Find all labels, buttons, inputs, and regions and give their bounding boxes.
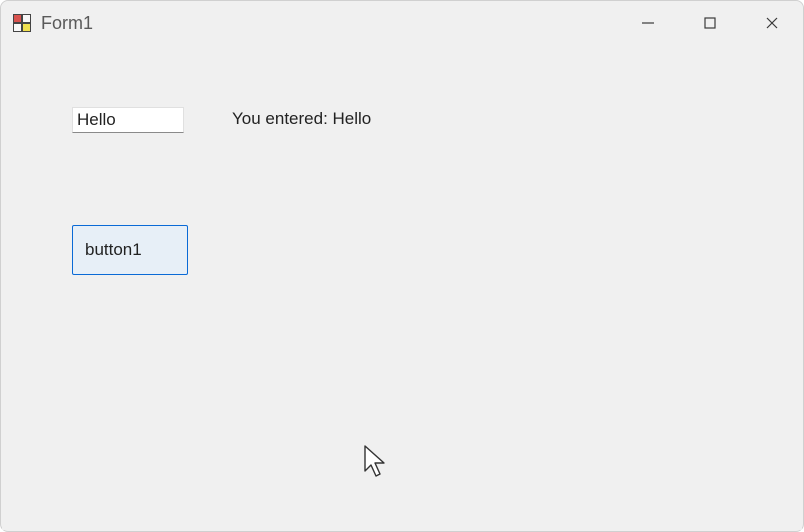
button1[interactable]: button1	[72, 225, 188, 275]
window-controls	[617, 1, 803, 45]
text-input[interactable]	[72, 107, 184, 133]
minimize-icon	[641, 16, 655, 30]
window-frame: Form1 You entered: Hello butto	[0, 0, 804, 532]
close-icon	[765, 16, 779, 30]
output-label: You entered: Hello	[232, 109, 371, 129]
app-icon	[13, 14, 31, 32]
minimize-button[interactable]	[617, 1, 679, 45]
maximize-icon	[703, 16, 717, 30]
cursor-icon	[364, 445, 390, 481]
maximize-button[interactable]	[679, 1, 741, 45]
close-button[interactable]	[741, 1, 803, 45]
client-area: You entered: Hello button1	[2, 45, 802, 530]
titlebar[interactable]: Form1	[1, 1, 803, 45]
window-title: Form1	[41, 13, 617, 34]
